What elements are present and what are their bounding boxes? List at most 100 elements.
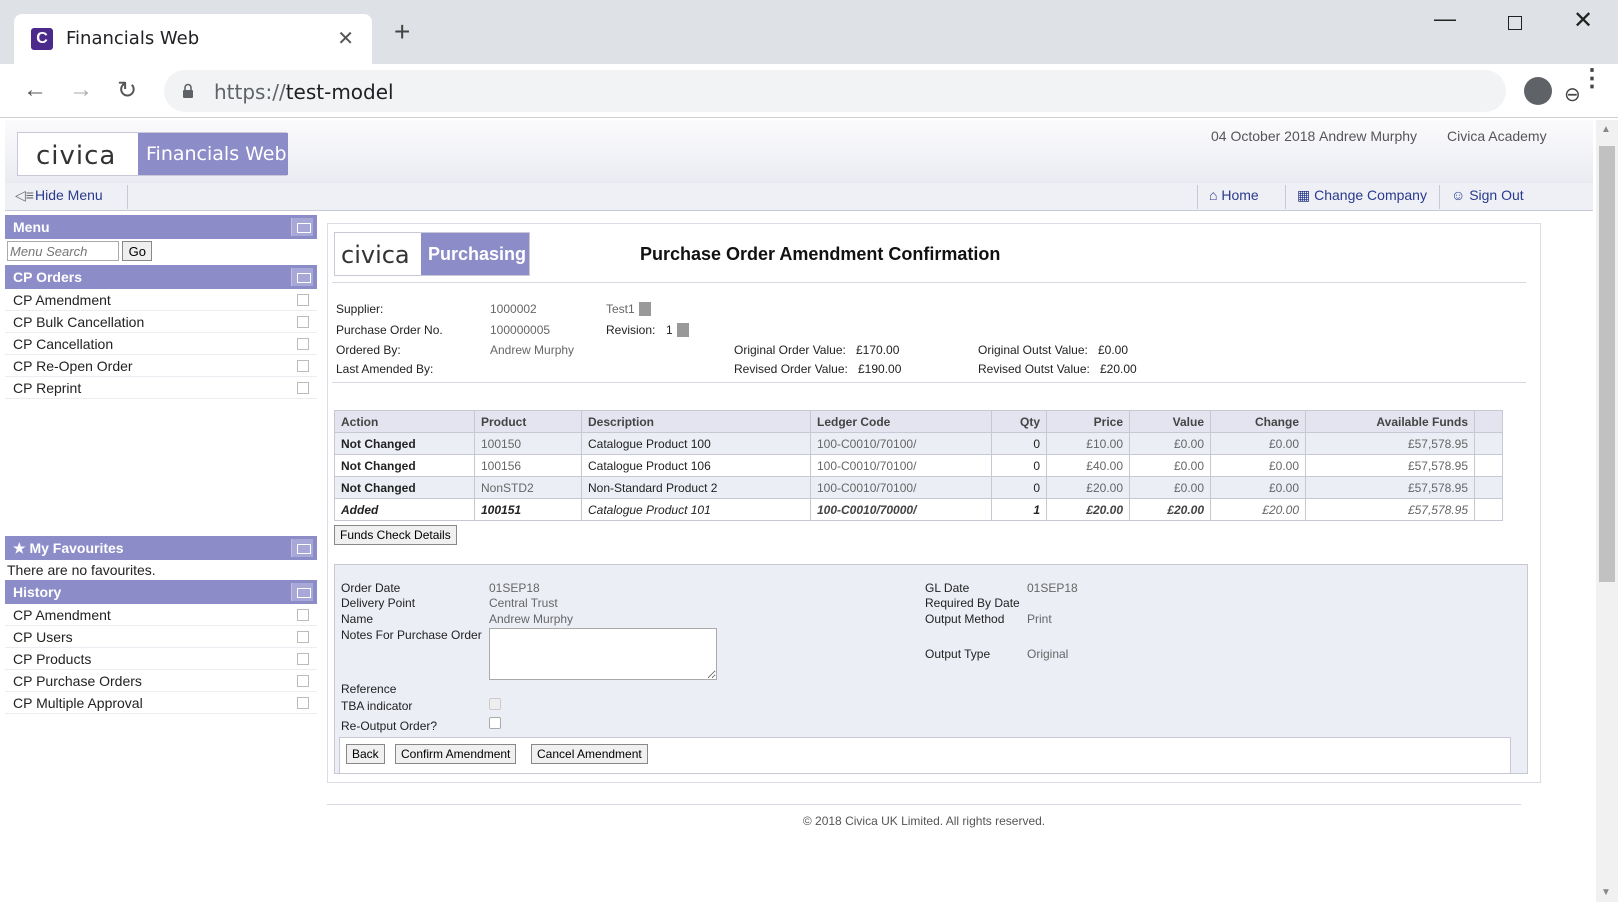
gl-date-label: GL Date	[925, 581, 970, 595]
cp-orders-title: CP Orders	[13, 269, 82, 285]
history-item-cp-purchase-orders[interactable]: CP Purchase Orders	[5, 670, 317, 692]
sidebar-item-cp-cancellation[interactable]: CP Cancellation	[5, 333, 317, 355]
menubar-divider	[1197, 185, 1198, 209]
open-new-window-icon[interactable]	[297, 631, 309, 643]
browser-tab[interactable]: C Financials Web ✕	[14, 14, 372, 64]
table-cell: £0.00	[1210, 476, 1306, 499]
open-new-window-icon[interactable]	[297, 609, 309, 621]
panel-toggle-icon[interactable]	[291, 218, 313, 236]
menubar-divider	[127, 185, 128, 209]
sidebar-item-label: CP Amendment	[13, 292, 111, 308]
change-company-link[interactable]: ▦ Change Company	[1297, 187, 1427, 204]
column-header-blank	[1474, 410, 1503, 433]
table-cell: 100-C0010/70100/	[810, 432, 992, 455]
panel-toggle-icon[interactable]	[291, 583, 313, 601]
table-cell: £57,578.95	[1305, 454, 1475, 477]
panel-toggle-icon[interactable]	[291, 539, 313, 557]
sidebar-item-cp-amendment[interactable]: CP Amendment	[5, 289, 317, 311]
revision-label: Revision:	[606, 323, 656, 337]
open-new-window-icon[interactable]	[297, 294, 309, 306]
tab-title: Financials Web	[66, 28, 200, 49]
ordered-by-value: Andrew Murphy	[490, 343, 575, 357]
history-item-label: CP Purchase Orders	[13, 673, 142, 689]
name-label: Name	[341, 612, 374, 626]
sidebar-item-cp-reprint[interactable]: CP Reprint	[5, 377, 317, 399]
scrollbar-thumb[interactable]	[1599, 146, 1615, 582]
confirm-amendment-button[interactable]: Confirm Amendment	[395, 744, 517, 764]
table-cell: 100-C0010/70000/	[810, 498, 992, 521]
table-cell: 100-C0010/70100/	[810, 454, 992, 477]
back-button[interactable]: Back	[346, 744, 385, 764]
maximize-icon[interactable]	[1500, 10, 1530, 36]
revision-details-icon[interactable]	[676, 323, 689, 337]
order-details-panel: Order Date 01SEP18 Delivery Point Centra…	[334, 564, 1528, 774]
revision-value: 1	[666, 323, 689, 337]
menu-search-input[interactable]	[7, 241, 119, 261]
menu-search-go-button[interactable]: Go	[122, 241, 153, 261]
sidebar-item-cp-reopen-order[interactable]: CP Re-Open Order	[5, 355, 317, 377]
supplier-details-icon[interactable]	[638, 302, 651, 316]
change-company-label: Change Company	[1314, 187, 1427, 203]
profile-avatar-icon[interactable]	[1524, 77, 1552, 105]
app-logo: civica Financials Web	[17, 132, 288, 176]
open-new-window-icon[interactable]	[297, 360, 309, 372]
menubar-divider	[1285, 185, 1286, 209]
table-row[interactable]: Not Changed 100156 Catalogue Product 106…	[334, 454, 1503, 477]
open-new-window-icon[interactable]	[297, 338, 309, 350]
table-cell: 100156	[474, 454, 582, 477]
table-cell: Catalogue Product 106	[581, 454, 811, 477]
funds-check-details-button[interactable]: Funds Check Details	[334, 525, 457, 545]
table-cell: Non-Standard Product 2	[581, 476, 811, 499]
history-item-cp-users[interactable]: CP Users	[5, 626, 317, 648]
sign-out-link[interactable]: ☺ Sign Out	[1451, 187, 1524, 203]
revision-number: 1	[666, 323, 673, 337]
scroll-up-icon[interactable]: ▲	[1601, 124, 1611, 135]
page-scrollbar[interactable]: ▲ ▼	[1596, 120, 1618, 902]
open-new-window-icon[interactable]	[297, 653, 309, 665]
cancel-amendment-button[interactable]: Cancel Amendment	[531, 744, 648, 764]
required-by-date-label: Required By Date	[925, 596, 1020, 610]
back-arrow-icon[interactable]: ←	[20, 76, 50, 104]
reload-icon[interactable]: ↻	[112, 76, 142, 105]
scroll-down-icon[interactable]: ▼	[1601, 887, 1611, 898]
history-item-cp-amendment[interactable]: CP Amendment	[5, 604, 317, 626]
notes-label: Notes For Purchase Order	[341, 628, 482, 642]
hide-menu-button[interactable]: ◁≡Hide Menu	[15, 187, 103, 204]
purchasing-product: Purchasing	[421, 233, 529, 275]
divider	[332, 282, 1526, 283]
open-new-window-icon[interactable]	[297, 697, 309, 709]
home-link[interactable]: ⌂ Home	[1209, 187, 1259, 203]
table-cell: £57,578.95	[1305, 498, 1475, 521]
column-header: Product	[474, 410, 582, 433]
open-new-window-icon[interactable]	[297, 316, 309, 328]
zoom-out-icon[interactable]: ⊖	[1564, 82, 1581, 107]
open-new-window-icon[interactable]	[297, 382, 309, 394]
sidebar-item-cp-bulk-cancellation[interactable]: CP Bulk Cancellation	[5, 311, 317, 333]
table-row[interactable]: Not Changed 100150 Catalogue Product 100…	[334, 432, 1503, 455]
table-cell: £20.00	[1046, 498, 1130, 521]
new-tab-icon[interactable]: +	[394, 18, 410, 46]
open-new-window-icon[interactable]	[297, 675, 309, 687]
sidebar-item-label: CP Re-Open Order	[13, 358, 133, 374]
history-item-cp-products[interactable]: CP Products	[5, 648, 317, 670]
history-item-cp-multiple-approval[interactable]: CP Multiple Approval	[5, 692, 317, 714]
table-cell	[1474, 454, 1503, 477]
output-type-label: Output Type	[925, 647, 991, 661]
history-title: History	[13, 584, 62, 600]
app-header: civica Financials Web 04 October 2018 An…	[5, 120, 1593, 188]
window-close-icon[interactable]: ✕	[1568, 6, 1598, 35]
minimize-icon[interactable]: —	[1430, 6, 1460, 32]
address-bar[interactable]: https://test-model ⊖ ☆	[164, 70, 1581, 112]
reoutput-order-checkbox[interactable]	[489, 717, 501, 729]
history-item-label: CP Products	[13, 651, 92, 667]
no-favourites-text: There are no favourites.	[7, 562, 156, 578]
tba-indicator-label: TBA indicator	[341, 699, 413, 713]
notes-textarea[interactable]	[489, 628, 717, 680]
tab-close-icon[interactable]: ✕	[337, 26, 354, 51]
table-row[interactable]: Not Changed NonSTD2 Non-Standard Product…	[334, 476, 1503, 499]
browser-menu-icon[interactable]: ⋮	[1580, 67, 1604, 91]
panel-toggle-icon[interactable]	[291, 268, 313, 286]
table-row[interactable]: Added 100151 Catalogue Product 101 100-C…	[334, 498, 1503, 521]
forward-arrow-icon[interactable]: →	[66, 76, 96, 104]
history-item-label: CP Users	[13, 629, 73, 645]
